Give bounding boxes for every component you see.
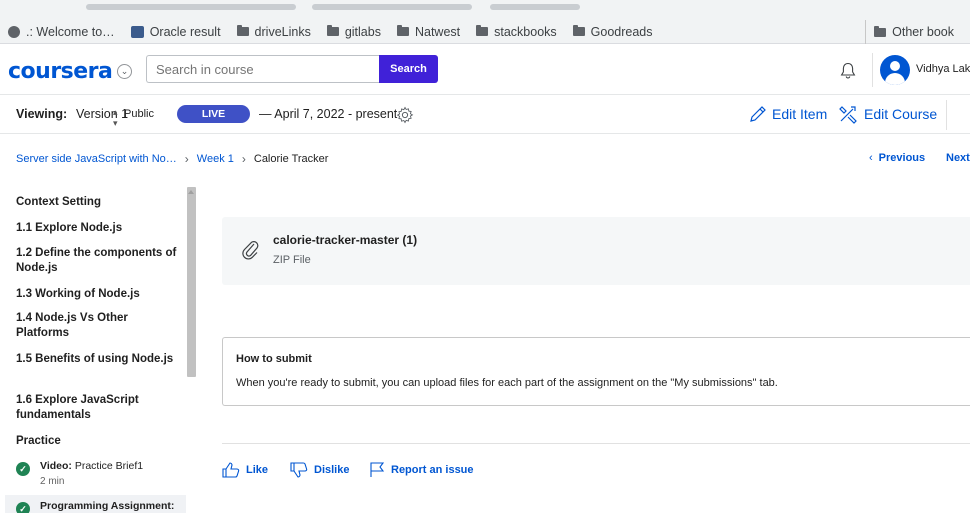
- submit-instructions: When you're ready to submit, you can upl…: [236, 377, 778, 389]
- bookmark-natwest[interactable]: Natwest: [396, 24, 461, 39]
- version-select[interactable]: Version 1: [76, 107, 128, 121]
- previous-label: Previous: [878, 152, 926, 164]
- chevron-right-icon: ›: [241, 152, 246, 166]
- bookmark-label: driveLinks: [254, 24, 311, 39]
- live-badge: LIVE: [177, 105, 250, 123]
- bookmark-drivelinks[interactable]: driveLinks: [236, 24, 311, 39]
- next-button[interactable]: Next: [946, 152, 970, 164]
- sidebar-item-practice[interactable]: Practice: [16, 434, 181, 449]
- sidebar-subitem-programming-assignment[interactable]: Programming Assignment:: [40, 500, 174, 512]
- bookmark-label: Goodreads: [590, 24, 653, 39]
- user-name[interactable]: Vidhya Laks: [916, 63, 970, 75]
- subitem-title: Practice Brief1: [74, 460, 144, 472]
- thumbs-down-icon: [290, 462, 308, 478]
- bookmark-label: stackbooks: [494, 24, 557, 39]
- header-divider: [872, 53, 873, 87]
- bookmark-label: gitlabs: [344, 24, 381, 39]
- previous-button[interactable]: ‹ Previous: [869, 152, 925, 164]
- bookmark-label: Oracle result: [149, 24, 221, 39]
- bookmark-label: Other book: [892, 25, 954, 39]
- sidebar-item-nodejs-vs-platforms[interactable]: 1.4 Node.js Vs Other Platforms: [16, 311, 181, 341]
- sidebar-item-working-nodejs[interactable]: 1.3 Working of Node.js: [16, 287, 181, 302]
- version-bar: Viewing: Version 1 ▴ ▾ Public LIVE — Apri…: [0, 96, 970, 134]
- file-name[interactable]: calorie-tracker-master (1): [273, 233, 417, 247]
- bookmark-oracle-result[interactable]: Oracle result: [130, 24, 221, 39]
- check-circle-icon: ✓: [16, 502, 30, 513]
- edit-item-button[interactable]: Edit Item: [748, 104, 827, 124]
- like-button[interactable]: Like: [222, 462, 268, 478]
- search-button[interactable]: Search: [379, 55, 438, 83]
- bell-icon[interactable]: [838, 61, 858, 81]
- edit-item-label: Edit Item: [772, 106, 828, 122]
- thumbs-up-icon: [222, 462, 240, 478]
- subitem-type: Video:: [40, 460, 72, 472]
- sidebar-item-explore-nodejs[interactable]: 1.1 Explore Node.js: [16, 221, 181, 236]
- folder-icon: [476, 25, 489, 36]
- site-header: coursera ⌄ Search Vidhya Laks: [0, 45, 970, 95]
- chevron-left-icon: ‹: [869, 152, 873, 164]
- check-circle-icon: ✓: [16, 462, 30, 476]
- stepper-icon[interactable]: ▴ ▾: [113, 107, 118, 129]
- like-label: Like: [246, 464, 269, 476]
- breadcrumb-current: Calorie Tracker: [253, 153, 329, 165]
- submit-title: How to submit: [236, 353, 312, 365]
- dislike-label: Dislike: [314, 464, 350, 476]
- globe-icon: [8, 25, 20, 38]
- coursera-logo[interactable]: coursera: [8, 59, 113, 84]
- sidebar-scrollbar[interactable]: [187, 187, 196, 377]
- sidebar-subitem-video[interactable]: Video: Practice Brief1: [40, 460, 143, 472]
- folder-icon: [396, 25, 409, 36]
- breadcrumb-week[interactable]: Week 1: [197, 153, 234, 165]
- subitem-duration: 2 min: [40, 476, 65, 487]
- bookmark-label: .: Welcome to…: [26, 24, 115, 39]
- chevron-down-icon[interactable]: ⌄: [117, 64, 132, 79]
- bookmarks-bar: .: Welcome to… Oracle result driveLinks …: [0, 20, 970, 44]
- how-to-submit-box: How to submit When you're ready to submi…: [222, 337, 970, 406]
- bookmark-welcome[interactable]: .: Welcome to…: [8, 25, 115, 39]
- chevron-right-icon: ›: [184, 152, 189, 166]
- avatar[interactable]: [880, 55, 910, 85]
- oracle-icon: [130, 25, 144, 38]
- version-bar-divider: [946, 100, 947, 130]
- edit-course-label: Edit Course: [864, 106, 938, 122]
- breadcrumb-course[interactable]: Server side JavaScript with No…: [16, 153, 177, 165]
- tools-icon: [839, 106, 857, 124]
- visibility-label: Public: [124, 108, 154, 120]
- report-label: Report an issue: [391, 464, 474, 476]
- version-date-range: — April 7, 2022 - present: [259, 107, 398, 121]
- sidebar-item-context-setting[interactable]: Context Setting: [16, 195, 181, 210]
- gear-icon[interactable]: [396, 106, 414, 124]
- bookmark-label: Natwest: [414, 24, 461, 39]
- scroll-up-icon[interactable]: [188, 190, 194, 194]
- breadcrumb: Server side JavaScript with No… › Week 1…: [16, 152, 328, 166]
- bookmark-gitlabs[interactable]: gitlabs: [326, 24, 381, 39]
- browser-toolbar: [0, 0, 970, 20]
- report-issue-button[interactable]: Report an issue: [369, 462, 474, 478]
- viewing-label: Viewing:: [16, 107, 68, 121]
- edit-course-button[interactable]: Edit Course: [838, 104, 937, 124]
- file-type: ZIP File: [273, 254, 311, 266]
- content-divider: [222, 443, 970, 444]
- search-input[interactable]: [146, 55, 380, 83]
- sidebar-item-benefits-nodejs[interactable]: 1.5 Benefits of using Node.js: [16, 352, 181, 367]
- paperclip-icon: [242, 241, 259, 260]
- folder-icon: [572, 25, 585, 36]
- bookmark-other[interactable]: Other book: [865, 20, 954, 44]
- sidebar-item-explore-js-fundamentals[interactable]: 1.6 Explore JavaScript fundamentals: [16, 393, 181, 423]
- folder-icon: [326, 25, 339, 36]
- folder-icon: [236, 25, 249, 36]
- bookmark-stackbooks[interactable]: stackbooks: [476, 25, 557, 39]
- bookmark-goodreads[interactable]: Goodreads: [572, 24, 653, 39]
- flag-icon: [370, 462, 385, 477]
- pencil-icon: [750, 106, 766, 122]
- dislike-button[interactable]: Dislike: [290, 462, 349, 478]
- attachment-card[interactable]: calorie-tracker-master (1) ZIP File: [222, 217, 970, 285]
- sidebar-item-define-components[interactable]: 1.2 Define the components of Node.js: [16, 246, 181, 276]
- folder-icon: [874, 25, 887, 37]
